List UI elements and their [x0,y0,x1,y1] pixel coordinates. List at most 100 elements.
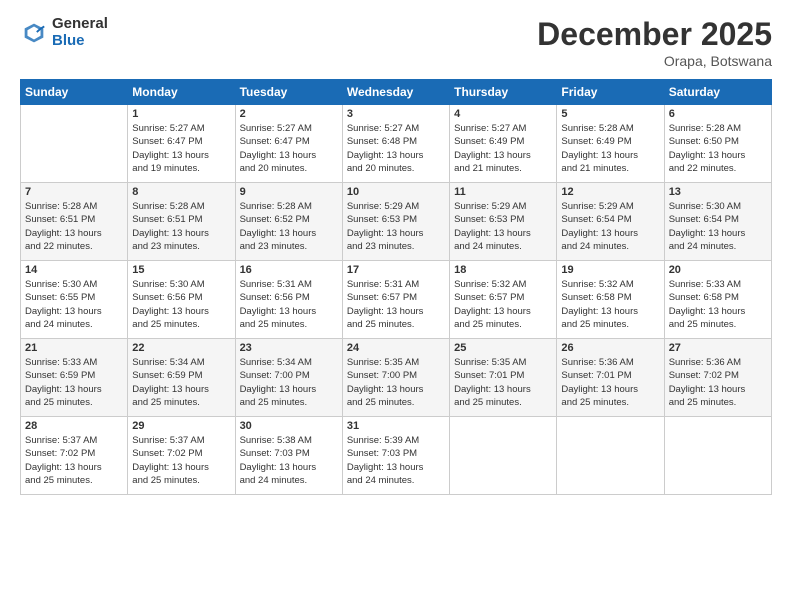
cell-content: Sunset: 7:01 PM [561,369,659,382]
cell-content: and 24 minutes. [347,474,445,487]
cell-content: Daylight: 13 hours [454,383,552,396]
cell-content: Sunrise: 5:28 AM [561,122,659,135]
logo-icon [20,19,48,47]
cell-content: and 25 minutes. [669,396,767,409]
calendar-cell: 4Sunrise: 5:27 AMSunset: 6:49 PMDaylight… [450,105,557,183]
cell-content: Sunrise: 5:32 AM [561,278,659,291]
cell-content: Daylight: 13 hours [561,149,659,162]
day-number: 11 [454,186,552,198]
cell-content: Sunrise: 5:28 AM [240,200,338,213]
cell-content: Sunset: 6:59 PM [132,369,230,382]
day-number: 6 [669,108,767,120]
calendar-table: Sunday Monday Tuesday Wednesday Thursday… [20,79,772,495]
day-number: 21 [25,342,123,354]
day-number: 15 [132,264,230,276]
cell-content: Sunrise: 5:34 AM [132,356,230,369]
cell-content: Sunrise: 5:31 AM [240,278,338,291]
calendar-cell: 27Sunrise: 5:36 AMSunset: 7:02 PMDayligh… [664,339,771,417]
day-number: 22 [132,342,230,354]
cell-content: Sunset: 6:49 PM [561,135,659,148]
header: General Blue December 2025 Orapa, Botswa… [20,16,772,69]
cell-content: Sunrise: 5:39 AM [347,434,445,447]
cell-content: Sunrise: 5:28 AM [25,200,123,213]
cell-content: Sunset: 6:54 PM [561,213,659,226]
cell-content: Daylight: 13 hours [240,227,338,240]
cell-content: Sunrise: 5:29 AM [347,200,445,213]
cell-content: and 25 minutes. [669,318,767,331]
calendar-cell: 29Sunrise: 5:37 AMSunset: 7:02 PMDayligh… [128,417,235,495]
cell-content: Daylight: 13 hours [347,461,445,474]
cell-content: and 23 minutes. [132,240,230,253]
cell-content: Sunrise: 5:37 AM [25,434,123,447]
day-number: 20 [669,264,767,276]
cell-content: Sunset: 6:49 PM [454,135,552,148]
cell-content: Daylight: 13 hours [25,305,123,318]
cell-content: Sunset: 7:03 PM [240,447,338,460]
location: Orapa, Botswana [537,53,772,69]
cell-content: and 21 minutes. [561,162,659,175]
cell-content: Daylight: 13 hours [132,461,230,474]
day-number: 9 [240,186,338,198]
cell-content: Sunrise: 5:33 AM [25,356,123,369]
cell-content: Sunrise: 5:33 AM [669,278,767,291]
cell-content: Sunset: 7:00 PM [347,369,445,382]
cell-content: Daylight: 13 hours [561,227,659,240]
cell-content: Sunset: 6:51 PM [25,213,123,226]
cell-content: and 25 minutes. [561,318,659,331]
cell-content: Daylight: 13 hours [669,149,767,162]
logo-general: General [52,16,108,33]
cell-content: and 25 minutes. [347,396,445,409]
day-number: 14 [25,264,123,276]
calendar-cell: 8Sunrise: 5:28 AMSunset: 6:51 PMDaylight… [128,183,235,261]
col-friday: Friday [557,80,664,105]
cell-content: Daylight: 13 hours [454,227,552,240]
day-number: 3 [347,108,445,120]
cell-content: Sunrise: 5:27 AM [347,122,445,135]
day-number: 12 [561,186,659,198]
calendar-cell: 19Sunrise: 5:32 AMSunset: 6:58 PMDayligh… [557,261,664,339]
cell-content: and 25 minutes. [240,396,338,409]
cell-content: Sunset: 6:53 PM [454,213,552,226]
cell-content: Sunset: 6:47 PM [132,135,230,148]
cell-content: Daylight: 13 hours [669,383,767,396]
calendar-cell: 1Sunrise: 5:27 AMSunset: 6:47 PMDaylight… [128,105,235,183]
calendar-week-4: 28Sunrise: 5:37 AMSunset: 7:02 PMDayligh… [21,417,772,495]
day-number: 19 [561,264,659,276]
page: General Blue December 2025 Orapa, Botswa… [0,0,792,612]
cell-content: and 25 minutes. [25,396,123,409]
cell-content: Sunset: 7:03 PM [347,447,445,460]
calendar-body: 1Sunrise: 5:27 AMSunset: 6:47 PMDaylight… [21,105,772,495]
day-number: 2 [240,108,338,120]
day-number: 25 [454,342,552,354]
day-number: 13 [669,186,767,198]
cell-content: Daylight: 13 hours [240,305,338,318]
cell-content: Daylight: 13 hours [132,227,230,240]
calendar-header: Sunday Monday Tuesday Wednesday Thursday… [21,80,772,105]
calendar-cell: 20Sunrise: 5:33 AMSunset: 6:58 PMDayligh… [664,261,771,339]
cell-content: and 19 minutes. [132,162,230,175]
cell-content: and 25 minutes. [25,474,123,487]
cell-content: Sunrise: 5:35 AM [347,356,445,369]
calendar-week-0: 1Sunrise: 5:27 AMSunset: 6:47 PMDaylight… [21,105,772,183]
cell-content: Sunrise: 5:27 AM [454,122,552,135]
calendar-cell: 30Sunrise: 5:38 AMSunset: 7:03 PMDayligh… [235,417,342,495]
cell-content: Sunset: 7:00 PM [240,369,338,382]
cell-content: Daylight: 13 hours [561,383,659,396]
cell-content: Daylight: 13 hours [132,149,230,162]
calendar-cell: 9Sunrise: 5:28 AMSunset: 6:52 PMDaylight… [235,183,342,261]
day-number: 7 [25,186,123,198]
cell-content: Sunrise: 5:30 AM [25,278,123,291]
cell-content: Daylight: 13 hours [132,305,230,318]
cell-content: Sunset: 7:02 PM [669,369,767,382]
cell-content: Daylight: 13 hours [25,227,123,240]
calendar-cell: 24Sunrise: 5:35 AMSunset: 7:00 PMDayligh… [342,339,449,417]
day-number: 30 [240,420,338,432]
cell-content: and 24 minutes. [561,240,659,253]
cell-content: and 21 minutes. [454,162,552,175]
calendar-cell [664,417,771,495]
cell-content: and 24 minutes. [454,240,552,253]
logo-text: General Blue [52,16,108,49]
calendar-week-2: 14Sunrise: 5:30 AMSunset: 6:55 PMDayligh… [21,261,772,339]
cell-content: Sunrise: 5:27 AM [132,122,230,135]
cell-content: Sunset: 6:57 PM [347,291,445,304]
